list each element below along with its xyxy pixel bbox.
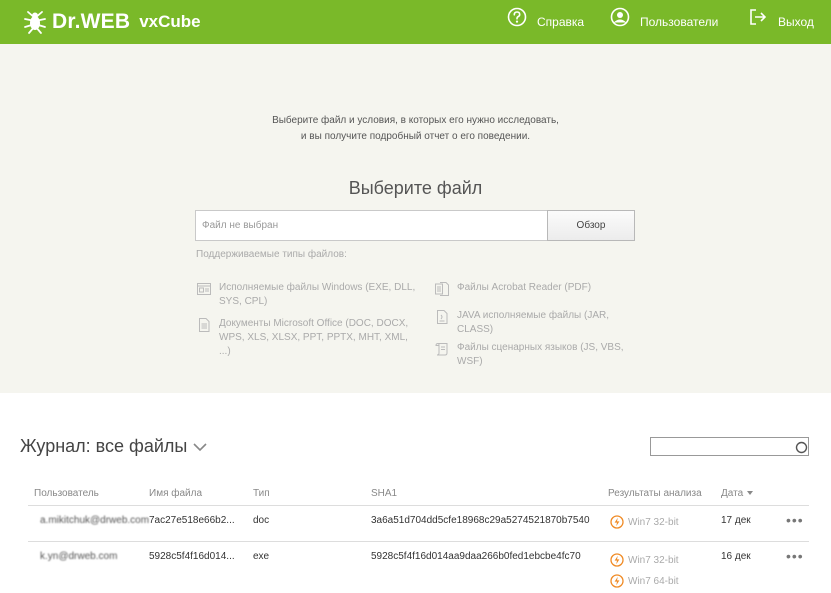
file-type-label: Исполняемые файлы Windows (EXE, DLL, SYS… [219, 282, 416, 307]
file-type-label: Документы Microsoft Office (DOC, DOCX, W… [219, 318, 409, 357]
file-path-input[interactable]: Файл не выбран [195, 210, 548, 241]
table-divider [28, 541, 809, 542]
nav-users-label: Пользователи [640, 15, 719, 29]
row-type: exe [253, 551, 270, 562]
file-type-windows: Исполняемые файлы Windows (EXE, DLL, SYS… [196, 281, 421, 309]
journal-search-input[interactable] [650, 437, 809, 456]
intro-line-1: Выберите файл и условия, в которых его н… [272, 115, 559, 126]
top-bar: Dr.WEB vxCube Справка Пользователи Выход [0, 0, 831, 44]
file-type-label: Файлы сценарных языков (JS, VBS, WSF) [457, 342, 624, 367]
analysis-result-label: Win7 32-bit [628, 554, 679, 566]
lightning-icon [610, 574, 624, 588]
row-sha1: 3a6a51d704dd5cfe18968c29a5274521870b7540 [371, 515, 590, 526]
file-type-label: JAVA исполняемые файлы (JAR, CLASS) [457, 310, 610, 335]
file-type-label: Файлы Acrobat Reader (PDF) [457, 282, 592, 293]
nav-help-label: Справка [537, 15, 585, 29]
script-icon [435, 342, 448, 356]
supported-types-label: Поддерживаемые типы файлов: [196, 249, 347, 260]
search-icon[interactable] [795, 441, 808, 454]
column-header-results[interactable]: Результаты анализа [608, 488, 702, 499]
intro-line-2: и вы получите подробный отчет о его пове… [300, 131, 531, 142]
journal-title: Журнал: все файлы [20, 436, 188, 456]
journal-filter-dropdown[interactable]: Журнал: все файлы [20, 436, 207, 457]
row-more-button[interactable]: ••• [786, 548, 804, 564]
analysis-result[interactable]: Win7 64-bit [610, 574, 679, 588]
row-sha1: 5928c5f4f16d014aa9daa266b0fed1ebcbe4fc70 [371, 551, 581, 562]
windows-executable-icon [197, 283, 211, 295]
analysis-result-label: Win7 64-bit [628, 575, 679, 587]
analysis-result[interactable]: Win7 32-bit [610, 553, 679, 567]
java-icon [437, 310, 448, 324]
choose-file-title: Выберите файл [348, 178, 483, 198]
nav-exit-label: Выход [778, 15, 814, 29]
nav-help[interactable]: Справка [507, 6, 584, 38]
office-document-icon [199, 318, 210, 332]
spider-logo-icon [24, 11, 46, 34]
row-filename: 7ac27e518e66b2... [149, 515, 235, 526]
column-header-type[interactable]: Тип [253, 488, 270, 499]
row-more-button[interactable]: ••• [786, 512, 804, 528]
column-header-user[interactable]: Пользователь [34, 488, 99, 499]
file-type-script: Файлы сценарных языков (JS, VBS, WSF) [434, 341, 629, 369]
chevron-down-icon [193, 442, 207, 451]
upload-intro: Выберите файл и условия, в которых его н… [0, 113, 831, 145]
upload-panel: Выберите файл и условия, в которых его н… [0, 44, 831, 393]
pdf-icon [435, 282, 449, 296]
nav-users[interactable]: Пользователи [610, 6, 718, 38]
row-user: a.mikitchuk@drweb.com [40, 515, 150, 526]
help-icon [507, 7, 527, 27]
logout-icon [750, 9, 767, 25]
browse-button[interactable]: Обзор [547, 210, 635, 241]
product-name: vxCube [139, 12, 201, 31]
column-header-filename[interactable]: Имя файла [149, 488, 202, 499]
user-icon [610, 7, 630, 27]
lightning-icon [610, 515, 624, 529]
row-filename: 5928c5f4f16d014... [149, 551, 235, 562]
row-user: k.yn@drweb.com [40, 551, 118, 562]
file-type-office: Документы Microsoft Office (DOC, DOCX, W… [196, 317, 421, 359]
column-header-date-label: Дата [721, 488, 744, 499]
brand-name: Dr.WEB [52, 10, 131, 33]
sort-desc-icon [747, 491, 754, 496]
analysis-result[interactable]: Win7 32-bit [610, 515, 679, 529]
column-header-date[interactable]: Дата [721, 488, 754, 499]
column-header-sha1[interactable]: SHA1 [371, 488, 397, 499]
row-date: 16 дек [721, 551, 751, 562]
file-type-pdf: Файлы Acrobat Reader (PDF) [434, 281, 629, 297]
row-type: doc [253, 515, 270, 526]
nav-exit[interactable]: Выход [748, 6, 814, 38]
file-type-java: JAVA исполняемые файлы (JAR, CLASS) [434, 309, 629, 337]
row-date: 17 дек [721, 515, 751, 526]
analysis-result-label: Win7 32-bit [628, 516, 679, 528]
lightning-icon [610, 553, 624, 567]
table-divider [28, 505, 809, 506]
drweb-logo[interactable]: Dr.WEB vxCube [22, 9, 201, 35]
